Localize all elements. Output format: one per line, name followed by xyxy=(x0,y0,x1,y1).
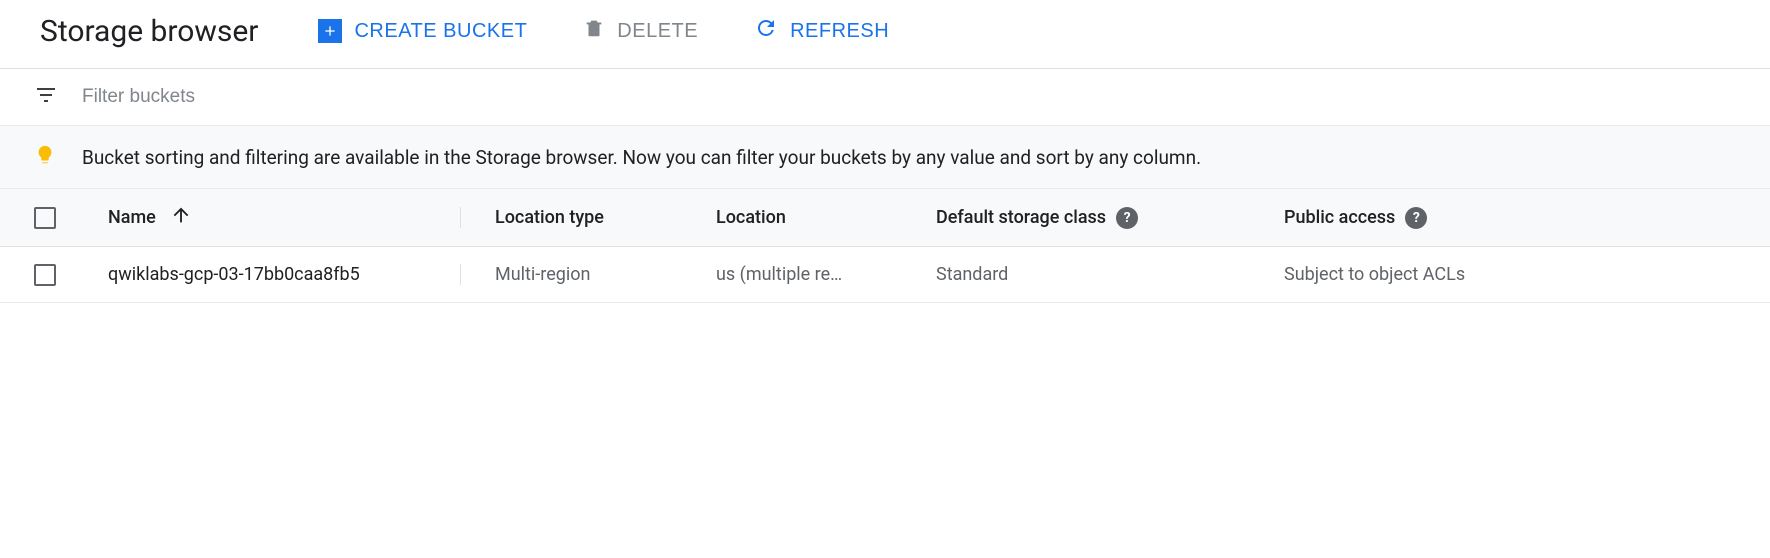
column-header-public-access[interactable]: Public access ? xyxy=(1268,207,1568,229)
info-banner: Bucket sorting and filtering are availab… xyxy=(0,126,1770,189)
storage-class-cell: Standard xyxy=(920,264,1268,285)
row-checkbox-cell xyxy=(0,264,92,286)
action-buttons: CREATE BUCKET DELETE REFRESH xyxy=(318,12,889,50)
page-header: Storage browser CREATE BUCKET DELETE REF… xyxy=(0,0,1770,69)
bucket-name: qwiklabs-gcp-03-17bb0caa8fb5 xyxy=(108,264,360,285)
plus-icon xyxy=(318,19,342,43)
help-icon[interactable]: ? xyxy=(1405,207,1427,229)
column-name-label: Name xyxy=(108,207,156,228)
select-all-cell xyxy=(0,207,92,229)
delete-label: DELETE xyxy=(617,20,698,43)
public-access-value: Subject to object ACLs xyxy=(1284,264,1465,285)
column-header-location[interactable]: Location xyxy=(700,207,920,228)
table-row: qwiklabs-gcp-03-17bb0caa8fb5 Multi-regio… xyxy=(0,247,1770,303)
delete-button[interactable]: DELETE xyxy=(583,12,698,50)
column-header-name[interactable]: Name xyxy=(92,204,460,231)
filter-bar xyxy=(0,69,1770,126)
table-header-row: Name Location type Location Default stor… xyxy=(0,189,1770,247)
row-checkbox[interactable] xyxy=(34,264,56,286)
column-location-type-label: Location type xyxy=(495,207,604,228)
page-title: Storage browser xyxy=(40,14,258,49)
location-type-cell: Multi-region xyxy=(460,264,700,285)
filter-icon[interactable] xyxy=(34,83,58,111)
storage-class-value: Standard xyxy=(936,264,1008,285)
bucket-name-cell[interactable]: qwiklabs-gcp-03-17bb0caa8fb5 xyxy=(92,264,460,285)
filter-input[interactable] xyxy=(82,86,1736,108)
refresh-icon xyxy=(754,16,778,46)
create-bucket-button[interactable]: CREATE BUCKET xyxy=(318,15,527,47)
lightbulb-icon xyxy=(34,144,56,170)
location-value: us (multiple re… xyxy=(716,264,842,285)
sort-ascending-icon xyxy=(170,204,192,231)
public-access-cell: Subject to object ACLs xyxy=(1268,264,1568,285)
refresh-label: REFRESH xyxy=(790,20,889,43)
column-location-label: Location xyxy=(716,207,786,228)
select-all-checkbox[interactable] xyxy=(34,207,56,229)
column-header-location-type[interactable]: Location type xyxy=(460,207,700,228)
create-bucket-label: CREATE BUCKET xyxy=(354,20,527,43)
column-public-access-label: Public access xyxy=(1284,207,1395,228)
location-cell: us (multiple re… xyxy=(700,264,920,285)
trash-icon xyxy=(583,16,605,46)
banner-text: Bucket sorting and filtering are availab… xyxy=(82,146,1201,169)
help-icon[interactable]: ? xyxy=(1116,207,1138,229)
refresh-button[interactable]: REFRESH xyxy=(754,12,889,50)
location-type-value: Multi-region xyxy=(495,264,590,285)
column-header-storage-class[interactable]: Default storage class ? xyxy=(920,207,1268,229)
column-storage-class-label: Default storage class xyxy=(936,207,1106,228)
